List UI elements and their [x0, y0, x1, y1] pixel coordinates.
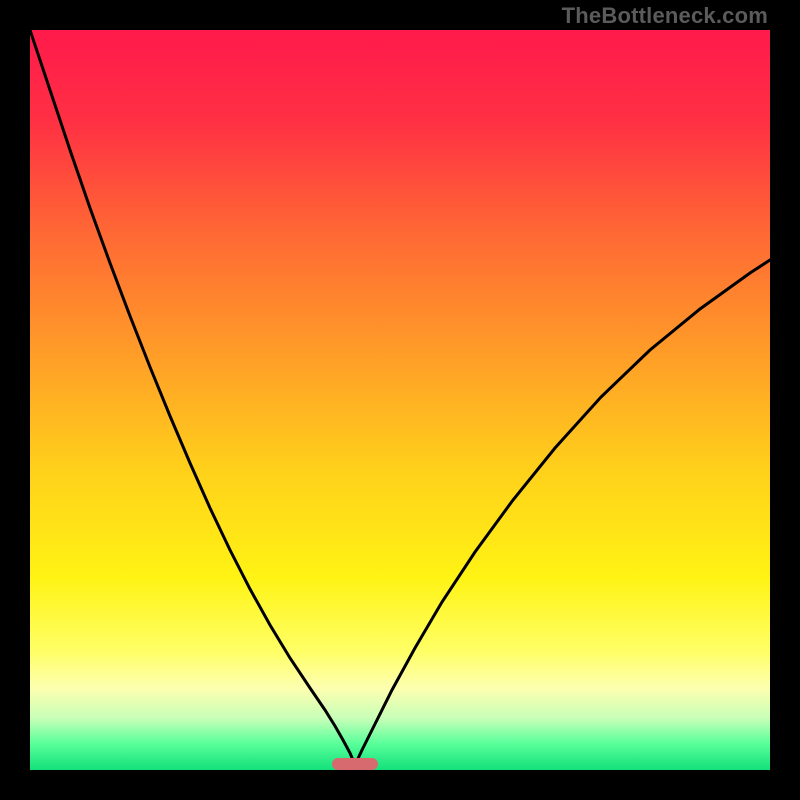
- chart-canvas: [30, 30, 770, 770]
- watermark-text: TheBottleneck.com: [562, 3, 768, 29]
- bottom-marker: [332, 758, 378, 770]
- chart-frame: [30, 30, 770, 770]
- gradient-background: [30, 30, 770, 770]
